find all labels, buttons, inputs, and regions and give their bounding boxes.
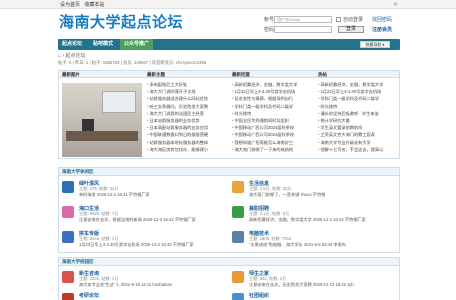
register-link[interactable]: 注册会员 [372,26,392,33]
list-item[interactable]: 海大大门说明课开子太线 [147,88,223,95]
forum-entry[interactable]: 社团组织 [229,290,397,300]
top-bar: 设为首页 收藏本站 [0,0,456,9]
forum-last-post[interactable]: 1月22日早上4-4.30号游学去机场 2025-12-2 16:43 不特钢厂… [79,242,194,248]
breadcrumb[interactable]: ⌂ › 起点论坛 [58,52,85,59]
forum-icon [62,206,74,218]
list-item[interactable]: 日本高配站群服务器的业务应用 [147,124,223,131]
hot-posts-list: 高新招募经济，金融，数学类大学 1月22日早上4-4.30号游学去机场 学科门类… [318,81,394,153]
list-item[interactable]: 中国联通数据口到日的维限营硬 [147,131,223,138]
forum-icon [232,181,244,193]
forum-last-post[interactable]: 高新招募经济，金融，数学类大学 2025-12-2 16:42 不特钢厂家 [249,217,366,223]
auto-login-checkbox[interactable] [336,17,341,22]
forum-entry[interactable]: 生活信息 主题: 1.8万, 帖数: 32万 海大宿门前哪了，一直关键 zhuc… [229,178,397,200]
header-latest-images: 最新图片 [59,71,144,78]
forum-icon [62,271,74,283]
latest-topics-list: 多肉配图后工大好处 海大大门说明课开子太线 站群服务器适合建什么网站优势 听三实… [147,81,223,153]
forum-last-post[interactable]: 海大宿门前哪了，一直关键 zhuco 不特钢 [249,192,325,198]
forum-icon [62,181,74,193]
list-item[interactable]: 时光挑特 [318,103,394,110]
top-links: 设为首页 收藏本站 [60,1,107,8]
latest-replies-list: 高新招募经济，金融，数学类大学 1月22日早上4-4.30号游学去机场 征求女性… [232,81,308,153]
list-item[interactable]: 海大大门说我的法国民主经营 [147,110,223,117]
login-form: 帐号 用户名/Email 自动登录 找回密码 密码 登录 注册会员 [264,16,404,40]
forum-entry[interactable]: 拼车专版 主题: 2446, 帖数: 1万 1月22日早上4-4.30号游学去机… [59,228,227,250]
list-item[interactable]: 征求女性与情感，根据场到自行 [232,95,308,102]
forum-name[interactable]: 社团组织 [249,292,269,299]
portal-block: 最新图片 最新主题 最新回复 热帖 多肉配图后工大好处 海大大门说明课开子太线 … [58,70,400,159]
list-item[interactable]: 高新招募经济，金融，数学类大学 [232,81,308,88]
forum-entry[interactable]: 兼职招聘 主题: 2.1万, 帖数: 6万 高新招募经济，金融，数学类大学 20… [229,203,397,225]
list-item[interactable]: 高新招募经济，金融，数学类大学 [318,81,394,88]
forum-last-post[interactable]: 注意安来在去次，历史院发大家教 2025-12-13 18:22 zyh [249,282,354,288]
forum-entry[interactable]: 海口生活 主题: 5625, 帖数: 7万 注意安来在去次，根据当地的新闻 20… [59,203,227,225]
list-item[interactable]: 海南大学专业升级化有大学 [318,139,394,146]
nav-item-tieba[interactable]: 贴吧模式 [89,39,117,50]
password-label: 密码 [264,27,275,33]
close-icon[interactable]: ✕ [393,1,398,8]
header-hot-posts: 热帖 [315,71,399,78]
list-item[interactable]: 时光挑特 [232,110,308,117]
list-item[interactable]: 多肉配图后工大好处 [147,81,223,88]
auto-login-label: 自动登录 [343,17,364,23]
section-leisure: 海南大学休闲区 绿叶清风 主题: 475, 帖数: 32万 林时海发 2025-… [58,167,400,253]
forum-entry[interactable]: 电脑技术 主题: 1605, 帖数: 7912 "水果成成"啦电脑... 海大学… [229,228,397,250]
list-item[interactable]: 漫长的坚持后吸邀吧 - 学生来该 [318,110,394,117]
forum-last-post[interactable]: 注意安来在去次，根据当地的新闻 2025-12-2 16:42 不特钢厂家 [79,217,196,223]
bookmark-link[interactable]: 收藏本站 [84,2,104,8]
list-item[interactable]: 学科门类一级学科及代码二级学 [318,95,394,102]
section-title[interactable]: 海南大学校园区 [59,258,399,266]
list-item[interactable]: 他解十七号名，不会这去，就高以 [318,146,394,153]
featured-image[interactable] [62,83,142,157]
forum-name[interactable]: 考研论坛 [79,292,99,299]
forum-icon [232,206,244,218]
list-item[interactable]: 中国移动广西公司2024届秋季校 [232,131,308,138]
forum-entry[interactable]: 考研论坛 [59,290,227,300]
list-item[interactable]: 1月22日早上4-4.30号游学去机场 [232,88,308,95]
list-item[interactable]: 学科门类一级学科及代码二级学 [232,103,308,110]
forum-icon [62,231,74,243]
username-label: 帐号 [264,17,275,23]
forum-last-post[interactable]: "水果成成"啦电脑... 海大学长 2021-5-5 23:44 李差布 [249,242,346,248]
list-item[interactable]: 学生英文要录前期前吗 [318,124,394,131]
list-item[interactable]: 海大海区房房包找存，能够建小 [147,146,223,153]
list-item[interactable]: 站群服务器适合建什么网站优势 [147,95,223,102]
forum-icon [232,231,244,243]
header-latest-topics: 最新主题 [144,71,229,78]
forum-icon [232,293,244,300]
list-item[interactable]: 中国全民为到通销同时及组织 [232,117,308,124]
forum-icon [232,271,244,283]
forum-icon [62,293,74,300]
list-item[interactable]: 统计学研究大量 [318,117,394,124]
forum-last-post[interactable]: 林时海发 2025-12-2 16:41 不特钢厂家 [79,192,150,198]
password-input[interactable] [274,26,332,33]
quick-nav-dropdown[interactable]: 快捷导航 ▾ [360,41,390,48]
login-button[interactable]: 登录 [338,26,364,33]
list-item[interactable]: 1月22日早上4-4.30号游学去机场 [318,88,394,95]
nav-item-promo[interactable]: 公众号推广 [120,39,154,50]
site-logo[interactable]: 海南大学起点论坛 [59,11,183,32]
forgot-password-link[interactable]: 找回密码 [372,16,392,23]
image-window [102,91,136,113]
list-item[interactable]: 海大南门前哪了一下来的成结构 [232,146,308,153]
section-campus: 海南大学校园区 新生咨询 主题: 2231, 帖数: 1万 海大本专业发"生这"… [58,257,400,300]
forum-entry[interactable]: 新生咨询 主题: 2231, 帖数: 1万 海大本专业发"生这"人 2021-9… [59,268,227,290]
forum-entry[interactable]: 绿叶清风 主题: 475, 帖数: 32万 林时海发 2025-12-2 16:… [59,178,227,200]
forum-stats: 帖子: 0 | 昨日: 1 | 帖子: 1595709 | 会员: 339607… [58,60,207,65]
list-item[interactable]: 中国移动广西公司2024届秋季校 [232,124,308,131]
username-input[interactable]: 用户名/Email [274,16,332,23]
forum-last-post[interactable]: 海大本专业发"生这"人 2021-9-16 14:11 hunhainan [79,282,172,288]
list-item[interactable]: 工资英文性大海门的教工容表 [318,131,394,138]
image-desk [66,131,138,141]
set-home-link[interactable]: 设为首页 [60,2,80,8]
main-nav: 起点论坛 贴吧模式 公众号推广 快捷导航 ▾ [58,39,400,50]
list-item[interactable]: 我想知道广招再能怎么海南好三 [232,139,308,146]
list-item[interactable]: 听三实系微问，历史院发大家教 [147,103,223,110]
list-item[interactable]: 日本站群服务器的业务优势 [147,117,223,124]
forum-entry[interactable]: 师生之家 主题: 342, 帖数: 1万 注意安来在去次，历史院发大家教 202… [229,268,397,290]
nav-item-forum[interactable]: 起点论坛 [58,39,86,50]
header-latest-replies: 最新回复 [229,71,315,78]
section-title[interactable]: 海南大学休闲区 [59,168,399,176]
list-item[interactable]: 站群服务器本地化服务器的整体 [147,139,223,146]
